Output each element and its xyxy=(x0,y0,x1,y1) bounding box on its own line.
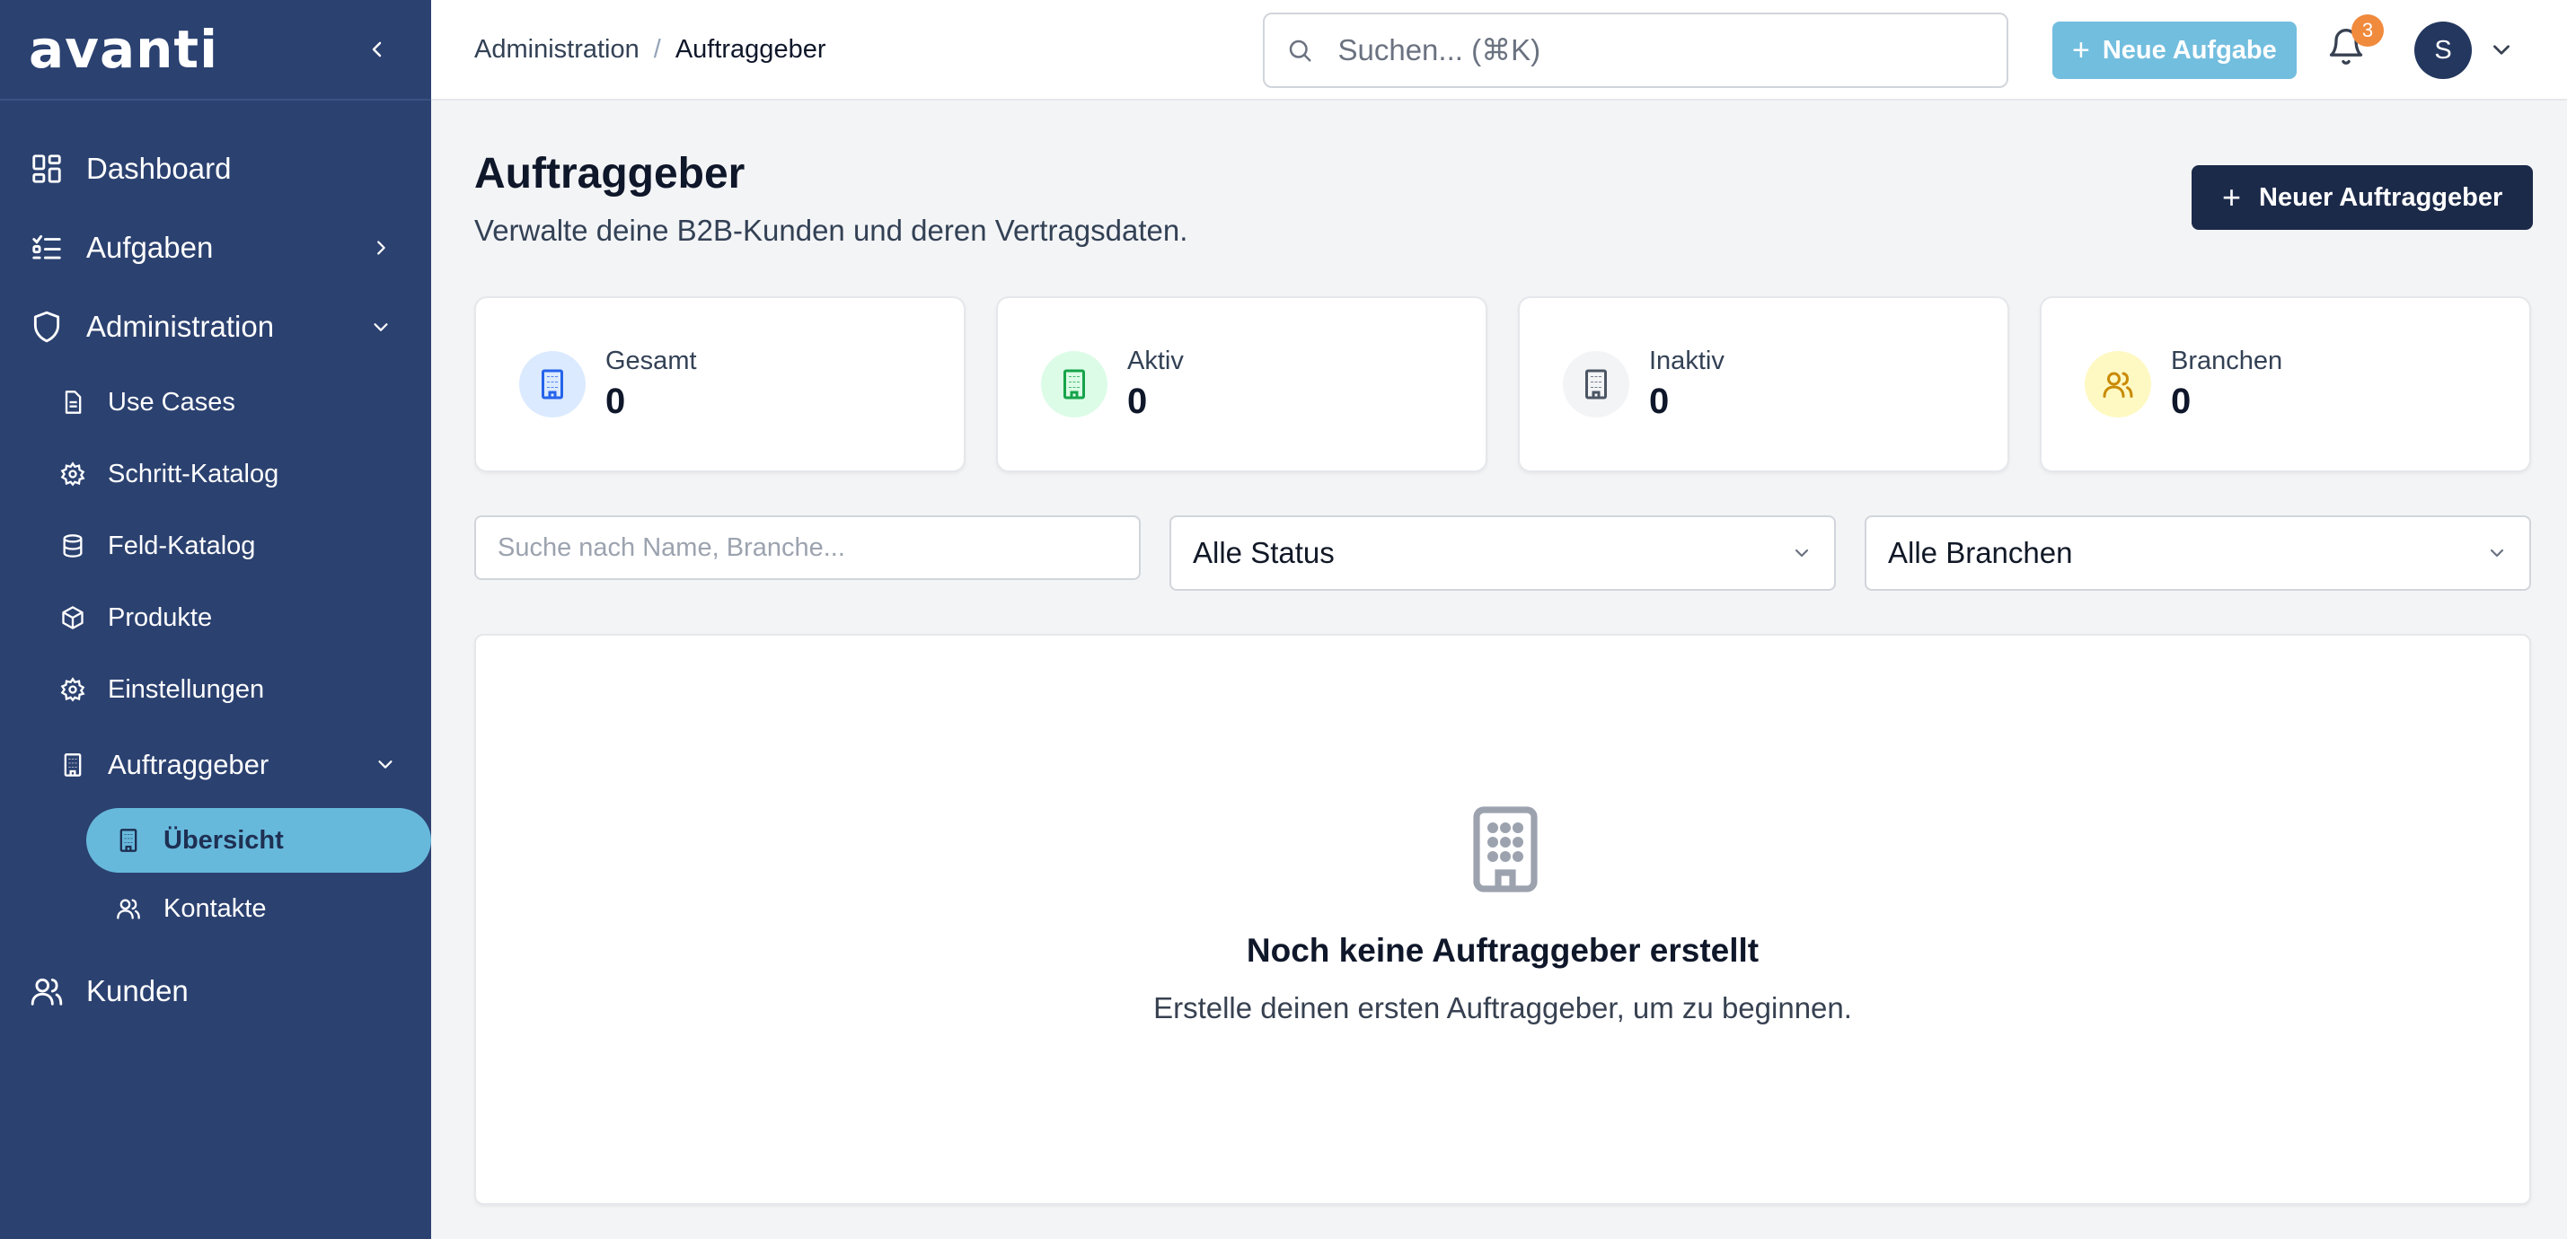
sidebar-item-label: Produkte xyxy=(108,602,213,632)
sidebar-item-administration[interactable]: Administration xyxy=(0,287,431,366)
page-subtitle: Verwalte deine B2B-Kunden und deren Vert… xyxy=(474,214,1188,247)
top-header: Administration / Auftraggeber + Neue Auf… xyxy=(431,0,2576,101)
document-icon xyxy=(59,389,86,416)
page-title: Auftraggeber xyxy=(474,150,745,198)
stat-card-branchen: Branchen 0 xyxy=(2040,296,2531,472)
sidebar-item-aufgaben[interactable]: Aufgaben xyxy=(0,208,431,287)
new-task-button[interactable]: + Neue Aufgabe xyxy=(2052,22,2297,79)
sidebar-item-kunden[interactable]: Kunden xyxy=(0,952,431,1031)
users-icon xyxy=(29,973,65,1009)
stat-label: Gesamt xyxy=(605,347,697,375)
users-icon xyxy=(115,895,142,922)
stats-row: Gesamt 0 Aktiv 0 Inaktiv 0 Branchen 0 xyxy=(474,296,2531,472)
chevron-right-icon xyxy=(366,233,395,262)
breadcrumb-separator: / xyxy=(653,34,661,64)
chevron-down-icon xyxy=(2490,549,2504,558)
stat-value: 0 xyxy=(1127,382,1148,421)
building-icon xyxy=(519,351,586,417)
chevron-left-icon xyxy=(372,41,382,57)
stat-card-inaktiv: Inaktiv 0 xyxy=(1518,296,2009,472)
empty-state-subtitle: Erstelle deinen ersten Auftraggeber, um … xyxy=(1153,991,1852,1024)
app-logo[interactable]: avanti xyxy=(29,19,218,80)
stat-label: Aktiv xyxy=(1127,347,1184,375)
branch-select[interactable]: Alle Branchen xyxy=(1865,515,2531,591)
building-icon xyxy=(59,751,86,778)
new-task-label: Neue Aufgabe xyxy=(2102,35,2277,65)
building-icon xyxy=(1041,351,1107,417)
status-select-value: Alle Status xyxy=(1193,536,1335,569)
window-edge xyxy=(2567,0,2576,1239)
filter-search-input[interactable] xyxy=(474,515,1141,580)
stat-value: 0 xyxy=(1649,382,1670,421)
sidebar-item-label: Auftraggeber xyxy=(108,749,269,780)
global-search[interactable] xyxy=(1263,13,2008,88)
sidebar-item-use-cases[interactable]: Use Cases xyxy=(0,366,431,438)
sidebar-item-label: Aufgaben xyxy=(86,231,214,264)
building-icon xyxy=(1469,806,1541,892)
sidebar-item-produkte[interactable]: Produkte xyxy=(0,582,431,654)
sidebar-item-label: Use Cases xyxy=(108,387,235,417)
chevron-down-icon xyxy=(375,749,395,781)
building-icon xyxy=(115,827,142,854)
stat-label: Inaktiv xyxy=(1649,347,1725,375)
chevron-down-icon xyxy=(366,312,395,341)
sidebar-item-label: Administration xyxy=(86,310,275,343)
dashboard-icon xyxy=(29,151,65,187)
sidebar-item-feld-katalog[interactable]: Feld-Katalog xyxy=(0,510,431,582)
box-icon xyxy=(59,604,86,631)
new-client-label: Neuer Auftraggeber xyxy=(2259,182,2503,212)
chevron-down-icon xyxy=(1795,549,1809,558)
sidebar-item-label: Einstellungen xyxy=(108,674,265,704)
shield-icon xyxy=(29,309,65,345)
avatar[interactable]: S xyxy=(2414,22,2472,79)
task-list-icon xyxy=(29,230,65,266)
sidebar-nav: Dashboard Aufgaben Administration Use Ca… xyxy=(0,101,431,1031)
sidebar-item-label: Feld-Katalog xyxy=(108,531,256,560)
sidebar-item-label: Kontakte xyxy=(163,893,267,923)
main-content: Auftraggeber Verwalte deine B2B-Kunden u… xyxy=(431,101,2567,1239)
status-select[interactable]: Alle Status xyxy=(1169,515,1836,591)
chevron-down-icon[interactable] xyxy=(2490,38,2515,63)
search-icon xyxy=(1286,35,1314,66)
stat-card-gesamt: Gesamt 0 xyxy=(474,296,966,472)
empty-state-title: Noch keine Auftraggeber erstellt xyxy=(1246,932,1760,969)
empty-state-card: Noch keine Auftraggeber erstellt Erstell… xyxy=(474,634,2531,1205)
gear-icon xyxy=(59,676,86,703)
database-icon xyxy=(59,532,86,559)
stat-value: 0 xyxy=(605,382,626,421)
logo-row: avanti xyxy=(0,0,431,101)
breadcrumb-item-administration[interactable]: Administration xyxy=(474,35,640,65)
sidebar-item-auftraggeber[interactable]: Auftraggeber xyxy=(0,725,431,804)
stat-value: 0 xyxy=(2171,382,2192,421)
sidebar-item-label: Schritt-Katalog xyxy=(108,459,279,488)
gear-icon xyxy=(59,461,86,488)
filter-bar: Alle Status Alle Branchen xyxy=(474,515,2531,591)
sidebar-item-schritt-katalog[interactable]: Schritt-Katalog xyxy=(0,438,431,510)
breadcrumb: Administration / Auftraggeber xyxy=(474,35,825,65)
users-icon xyxy=(2085,351,2151,417)
building-icon xyxy=(1563,351,1629,417)
new-client-button[interactable]: + Neuer Auftraggeber xyxy=(2192,165,2534,230)
notification-badge: 3 xyxy=(2351,14,2384,47)
sidebar-item-einstellungen[interactable]: Einstellungen xyxy=(0,654,431,725)
branch-select-value: Alle Branchen xyxy=(1888,536,2073,569)
collapse-sidebar-button[interactable] xyxy=(359,31,395,67)
sidebar-item-label: Kunden xyxy=(86,974,189,1007)
sidebar-item-kontakte[interactable]: Kontakte xyxy=(0,876,431,941)
breadcrumb-item-current: Auftraggeber xyxy=(675,34,826,64)
stat-label: Branchen xyxy=(2171,347,2283,375)
sidebar-item-label: Dashboard xyxy=(86,152,232,185)
sidebar-item-label: Übersicht xyxy=(163,825,284,855)
stat-card-aktiv: Aktiv 0 xyxy=(996,296,1487,472)
sidebar-item-dashboard[interactable]: Dashboard xyxy=(0,129,431,208)
plus-icon: + xyxy=(2222,179,2242,215)
sidebar-item-uebersicht[interactable]: Übersicht xyxy=(86,808,431,873)
search-input[interactable] xyxy=(1337,33,1985,67)
sidebar: avanti Dashboard Aufgaben Administration… xyxy=(0,0,431,1239)
plus-icon: + xyxy=(2072,32,2090,67)
